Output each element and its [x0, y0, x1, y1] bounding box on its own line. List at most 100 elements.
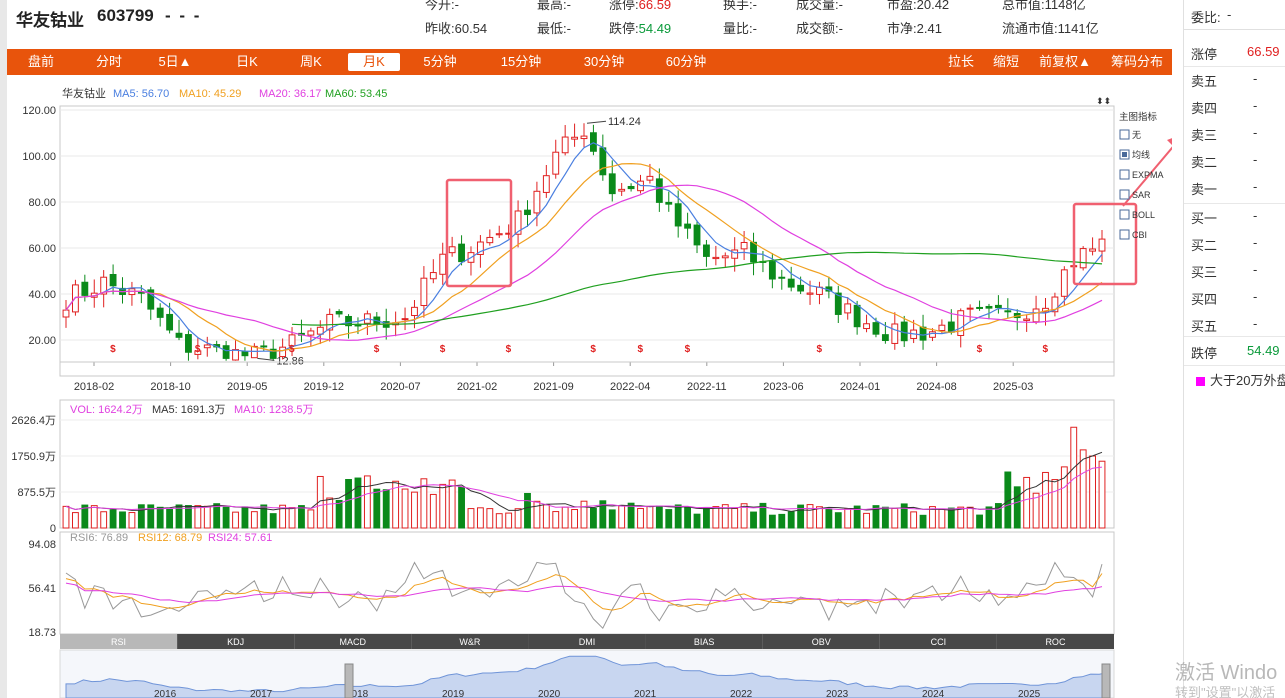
- indicator-tab-label[interactable]: MACD: [340, 637, 367, 647]
- volume-bar: [618, 505, 626, 529]
- candle-body: [62, 309, 70, 318]
- indicator-checkbox: [1119, 129, 1130, 140]
- volume-bar: [750, 511, 757, 529]
- period-tab-8[interactable]: 15分钟: [492, 53, 550, 71]
- navigator-handle-left[interactable]: [344, 663, 354, 698]
- volume-bar: [674, 504, 682, 529]
- candle-body: [655, 178, 663, 203]
- period-tab-10[interactable]: 60分钟: [657, 53, 715, 71]
- candle-body: [448, 246, 456, 254]
- candle-body: [627, 185, 635, 190]
- indicator-tab-label[interactable]: OBV: [812, 637, 831, 647]
- period-tab-9[interactable]: 30分钟: [575, 53, 633, 71]
- quote-value: -: [752, 21, 757, 36]
- volume-bar: [1023, 476, 1031, 529]
- candle-body: [684, 223, 692, 229]
- candle-body: [881, 334, 889, 342]
- quote-label: 今开:: [425, 0, 455, 12]
- rsi-y-tick: 18.73: [28, 627, 56, 639]
- quote-cell-2-6: 市净:2.41: [887, 18, 942, 37]
- indicator-tab-label[interactable]: KDJ: [227, 637, 244, 647]
- volume-bar: [128, 512, 136, 529]
- volume-y-tick: 2626.4万: [11, 415, 56, 427]
- volume-bar: [693, 513, 701, 529]
- candle-body: [712, 256, 720, 260]
- chart-control-1[interactable]: 拉长: [943, 53, 979, 71]
- period-tab-1[interactable]: 盘前: [23, 53, 59, 71]
- indicator-tab-label[interactable]: CCI: [931, 637, 947, 647]
- event-marker: $: [590, 344, 596, 355]
- navigator-year-label: 2017: [250, 689, 273, 698]
- candle-body: [533, 190, 541, 214]
- windows-activation-watermark-sub: 转到"设置"以激活: [1175, 685, 1276, 698]
- volume-bar: [524, 492, 531, 529]
- order-book-divider: [1184, 336, 1285, 337]
- chart-control-3[interactable]: 前复权▲: [1037, 53, 1093, 71]
- volume-bar: [825, 508, 833, 529]
- indicator-option-3: EXPMA: [1132, 170, 1164, 180]
- candle-body: [166, 313, 174, 331]
- indicator-tab-label[interactable]: BIAS: [694, 637, 715, 647]
- quote-label: 最低:: [537, 21, 567, 36]
- navigator-handle-right[interactable]: [1101, 663, 1111, 698]
- candle-body: [109, 274, 117, 287]
- volume-bar: [731, 508, 739, 529]
- volume-bar: [957, 506, 965, 529]
- main-x-tick: 2021-02: [457, 381, 497, 393]
- candle-body: [797, 284, 805, 292]
- volume-bar: [137, 504, 145, 529]
- candle-body: [260, 345, 268, 348]
- main-x-tick: 2023-06: [763, 381, 803, 393]
- period-tab-4[interactable]: 日K: [229, 53, 265, 71]
- indicator-tab-label[interactable]: DMI: [579, 637, 596, 647]
- volume-bar: [947, 507, 955, 529]
- indicator-title: 主图指标: [1119, 111, 1158, 123]
- volume-bar: [976, 514, 983, 529]
- navigator-year-label: 2022: [730, 689, 753, 698]
- volume-bar: [109, 509, 117, 529]
- candle-body: [185, 334, 192, 353]
- quote-cell-1-1: 今开:-: [425, 0, 459, 13]
- period-toolbar: 盘前 分时 5日▲ 日K 周K 月K 5分钟 15分钟 30分钟 60分钟 拉长 缩短 前复权▲ 筹码分布: [7, 49, 1172, 75]
- volume-bar: [891, 507, 899, 529]
- chart-control-4[interactable]: 筹码分布: [1108, 53, 1166, 71]
- sell-row-1: 卖一 -: [1191, 179, 1257, 198]
- kline-chart-area[interactable]: 120.00 100.00 80.00 60.00 40.00 20.00 华友钴业 MA5:…: [7, 76, 1183, 698]
- kline-chart-svg[interactable]: 120.00 100.00 80.00 60.00 40.00 20.00 华友钴业 MA5:…: [7, 76, 1183, 698]
- candle-body: [750, 241, 757, 263]
- indicator-tab-label[interactable]: ROC: [1045, 637, 1066, 647]
- period-tab-2[interactable]: 分时: [89, 53, 129, 71]
- period-tab-3[interactable]: 5日▲: [153, 53, 197, 71]
- quote-label: 成交量:: [796, 0, 839, 12]
- indicator-tab-label[interactable]: W&R: [459, 637, 480, 647]
- order-book-value: 66.59: [1247, 44, 1280, 59]
- navigator-year-label: 2023: [826, 689, 849, 698]
- order-book-divider: [1184, 66, 1285, 67]
- candle-body: [589, 132, 597, 152]
- volume-bar: [213, 503, 221, 529]
- quote-value: 2.41: [916, 21, 942, 36]
- volume-bar: [966, 506, 974, 529]
- order-book-value: -: [1253, 125, 1258, 140]
- indicator-tab-label[interactable]: RSI: [111, 637, 126, 647]
- candle-body: [938, 324, 946, 332]
- order-book-value: -: [1253, 208, 1258, 223]
- volume-bar: [580, 500, 588, 529]
- sell-row-2: 卖二 -: [1191, 152, 1257, 171]
- volume-bar: [589, 507, 597, 529]
- period-tab-5[interactable]: 周K: [293, 53, 329, 71]
- candle-body: [552, 151, 560, 175]
- volume-bar: [354, 477, 362, 529]
- quote-cell-1-4: 换手:-: [723, 0, 757, 13]
- indicator-option-5: BOLL: [1132, 210, 1155, 220]
- main-x-tick: 2022-11: [687, 381, 727, 393]
- period-tab-7[interactable]: 5分钟: [414, 53, 466, 71]
- period-tab-6[interactable]: 月K: [348, 53, 400, 71]
- chart-control-2[interactable]: 缩短: [988, 53, 1024, 71]
- candle-body: [420, 277, 428, 307]
- volume-bar: [288, 507, 296, 529]
- volume-bar: [495, 513, 503, 529]
- candle-body: [203, 344, 211, 349]
- quote-cell-2-4: 量比:-: [723, 18, 757, 37]
- candle-body: [156, 307, 164, 318]
